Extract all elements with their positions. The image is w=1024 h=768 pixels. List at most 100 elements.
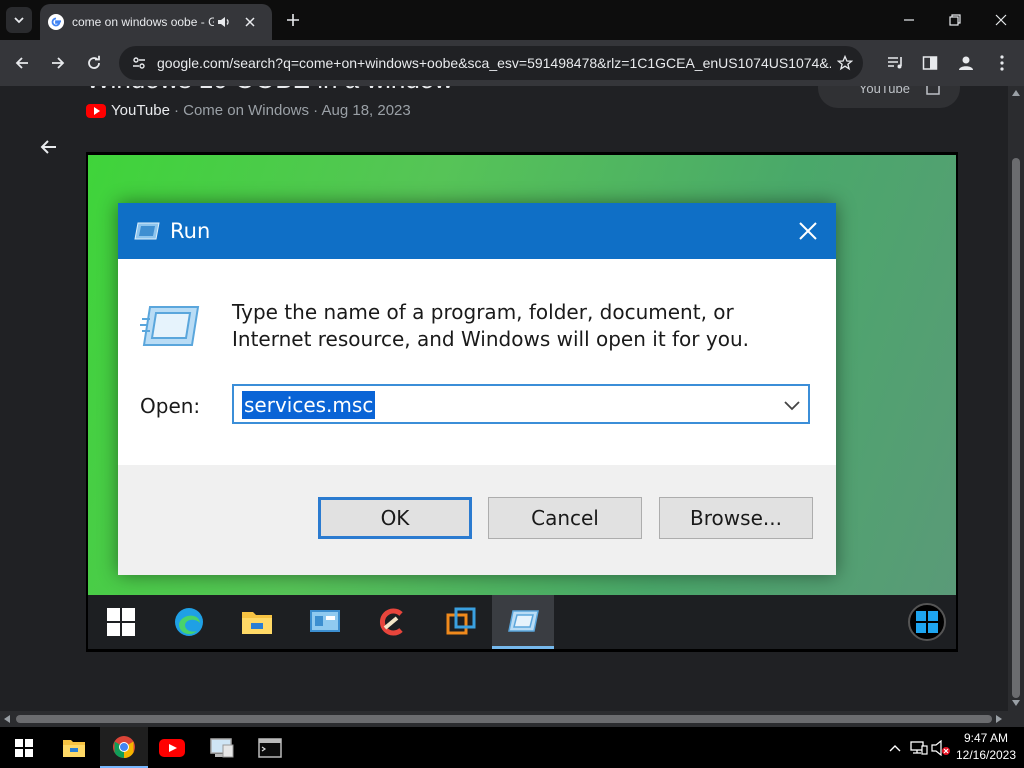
result-source[interactable]: YouTube — [111, 102, 170, 119]
scroll-right-icon[interactable] — [996, 715, 1002, 723]
youtube-icon — [159, 738, 185, 757]
volume-muted-icon — [931, 739, 950, 756]
command-prompt-button[interactable] — [246, 727, 294, 768]
search-results-page: Windows 10 OOBE in a window YouTube · Co… — [0, 86, 1008, 711]
video-preview[interactable]: Run Type the name of a program, folder, … — [86, 152, 958, 652]
preview-control-panel-icon — [294, 595, 356, 649]
horizontal-scroll-thumb[interactable] — [16, 715, 992, 723]
preview-run-taskbar-icon — [492, 595, 554, 649]
address-bar[interactable]: google.com/search?q=come+on+windows+oobe… — [119, 46, 863, 80]
volume-tray-icon[interactable] — [930, 727, 952, 768]
browser-toolbar: google.com/search?q=come+on+windows+oobe… — [0, 40, 1024, 86]
preview-start-icon — [90, 595, 152, 649]
youtube-chip[interactable]: YouTube — [818, 86, 960, 108]
preview-edge-icon — [158, 595, 220, 649]
run-description: Type the name of a program, folder, docu… — [232, 300, 749, 351]
minimize-button[interactable] — [886, 0, 932, 40]
preview-taskbar — [88, 595, 956, 649]
file-explorer-button[interactable] — [50, 727, 98, 768]
close-window-button[interactable] — [978, 0, 1024, 40]
vertical-scroll-thumb[interactable] — [1012, 158, 1020, 698]
run-body: Type the name of a program, folder, docu… — [118, 259, 836, 465]
arrow-left-icon — [15, 57, 28, 69]
remote-desktop-button[interactable] — [198, 727, 246, 768]
preview-app-icon — [430, 595, 492, 649]
side-panel-button[interactable] — [918, 51, 942, 75]
folder-icon — [63, 739, 85, 757]
preview-desktop: Run Type the name of a program, folder, … — [88, 155, 956, 595]
start-button[interactable] — [0, 727, 48, 768]
horizontal-scrollbar[interactable] — [0, 711, 1024, 727]
close-icon — [799, 222, 817, 240]
run-dialog: Run Type the name of a program, folder, … — [118, 203, 836, 575]
arrow-right-icon — [52, 57, 65, 69]
side-panel-icon — [922, 56, 938, 70]
run-close-button[interactable] — [794, 217, 822, 245]
chevron-down-icon — [14, 17, 24, 24]
network-tray-icon[interactable] — [908, 727, 930, 768]
plus-icon — [287, 14, 299, 26]
chevron-up-icon — [889, 744, 901, 751]
terminal-icon — [258, 737, 282, 758]
result-details: · Come on Windows · Aug 18, 2023 — [173, 102, 411, 119]
preview-explorer-icon — [226, 595, 288, 649]
run-program-icon — [140, 306, 200, 346]
restore-icon — [949, 14, 961, 26]
minimize-icon — [904, 19, 914, 21]
youtube-icon — [86, 103, 106, 118]
show-hidden-icons-button[interactable] — [884, 727, 906, 768]
back-button[interactable] — [10, 51, 34, 75]
browser-tabstrip: come on windows oobe - G — [0, 0, 1024, 40]
network-icon — [910, 740, 928, 755]
chevron-down-icon[interactable] — [782, 395, 802, 415]
ok-button[interactable]: OK — [318, 497, 472, 539]
chrome-menu-button[interactable] — [990, 51, 1014, 75]
url-text[interactable]: google.com/search?q=come+on+windows+oobe… — [157, 55, 831, 71]
reload-button[interactable] — [82, 51, 106, 75]
site-info-icon[interactable] — [129, 53, 149, 73]
new-tab-button[interactable] — [282, 9, 304, 31]
back-to-results-button[interactable] — [36, 135, 60, 159]
profile-button[interactable] — [954, 51, 978, 75]
star-icon — [837, 55, 853, 71]
result-title[interactable]: Windows 10 OOBE in a window — [86, 86, 453, 95]
chrome-taskbar-button[interactable] — [100, 727, 148, 768]
run-icon — [134, 222, 160, 240]
arrow-left-icon — [40, 140, 56, 154]
chip-label: YouTube — [858, 86, 910, 96]
browser-tab[interactable]: come on windows oobe - G — [40, 4, 272, 40]
run-title: Run — [170, 219, 211, 243]
forward-button[interactable] — [46, 51, 70, 75]
browse-button[interactable]: Browse... — [659, 497, 813, 539]
media-control-button[interactable] — [884, 51, 908, 75]
vertical-scrollbar[interactable] — [1008, 86, 1024, 711]
scroll-up-icon[interactable] — [1012, 90, 1020, 96]
preview-ccleaner-icon — [362, 595, 424, 649]
scroll-left-icon[interactable] — [4, 715, 10, 723]
google-icon — [48, 14, 64, 30]
close-icon — [245, 17, 255, 27]
system-clock[interactable]: 9:47 AM 12/16/2023 — [952, 730, 1020, 764]
kebab-menu-icon — [1000, 55, 1004, 71]
result-meta: YouTube · Come on Windows · Aug 18, 2023 — [86, 102, 411, 119]
media-queue-icon — [888, 57, 902, 69]
open-external-icon — [926, 86, 940, 95]
preview-windows-logo-icon — [908, 603, 946, 641]
run-titlebar: Run — [118, 203, 836, 259]
scroll-down-icon[interactable] — [1012, 700, 1020, 706]
tab-search-button[interactable] — [6, 7, 32, 33]
youtube-taskbar-button[interactable] — [148, 727, 196, 768]
open-combobox[interactable]: services.msc — [232, 384, 810, 424]
bookmark-star-button[interactable] — [835, 53, 855, 73]
speaker-icon[interactable] — [216, 14, 232, 30]
close-icon — [995, 14, 1007, 26]
profile-icon — [959, 56, 973, 70]
restore-button[interactable] — [932, 0, 978, 40]
clock-time: 9:47 AM — [963, 731, 1009, 745]
computer-icon — [210, 737, 234, 757]
tab-close-button[interactable] — [242, 14, 258, 30]
reload-icon — [88, 55, 100, 69]
open-input-value[interactable]: services.msc — [242, 391, 376, 419]
windows-taskbar: 9:47 AM 12/16/2023 — [0, 727, 1024, 768]
cancel-button[interactable]: Cancel — [488, 497, 642, 539]
